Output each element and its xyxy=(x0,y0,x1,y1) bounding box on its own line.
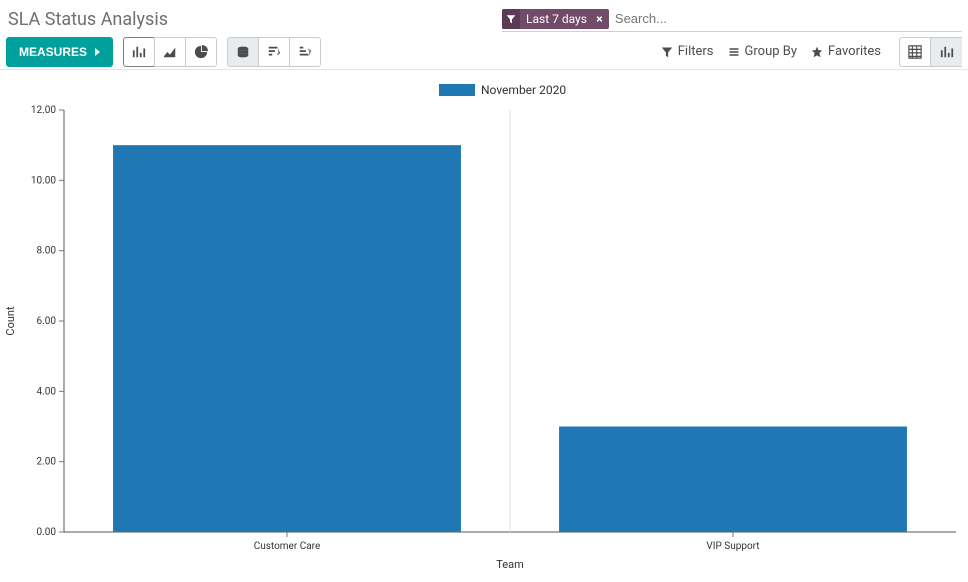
x-axis-label: Team xyxy=(496,558,524,571)
measures-button[interactable]: Measures xyxy=(6,37,113,67)
groupby-label: Group By xyxy=(745,44,798,59)
x-tick-label: VIP Support xyxy=(706,541,759,552)
favorites-button[interactable]: Favorites xyxy=(811,44,881,59)
chart-opts-group xyxy=(227,37,321,67)
y-tick-label: 4.00 xyxy=(37,386,57,397)
y-tick-label: 2.00 xyxy=(37,457,57,468)
legend-label: November 2020 xyxy=(481,83,566,97)
list-icon xyxy=(728,46,740,58)
bar-chart: November 2020 0.00 2.00 4.00 6.00 8.00 10.00 12… xyxy=(0,70,968,580)
stacked-icon[interactable] xyxy=(227,37,259,67)
filters-button[interactable]: Filters xyxy=(661,44,714,59)
y-tick-label: 12.00 xyxy=(31,105,56,116)
chart-area: November 2020 0.00 2.00 4.00 6.00 8.00 10.00 12… xyxy=(0,70,968,580)
funnel-icon xyxy=(502,9,520,29)
view-switcher xyxy=(899,37,962,67)
funnel-icon xyxy=(661,46,673,58)
y-tick-label: 10.00 xyxy=(31,175,56,186)
sort-asc-icon[interactable] xyxy=(289,37,321,67)
legend-swatch xyxy=(439,84,475,96)
search-facet-label: Last 7 days xyxy=(520,12,593,26)
caret-right-icon xyxy=(95,48,100,56)
filters-label: Filters xyxy=(678,44,714,59)
bar-vip-support[interactable] xyxy=(559,427,907,533)
groupby-button[interactable]: Group By xyxy=(728,44,798,59)
y-axis-label: Count xyxy=(4,306,17,336)
chart-type-group xyxy=(123,37,217,67)
pie-chart-icon[interactable] xyxy=(185,37,217,67)
bar-chart-icon[interactable] xyxy=(123,37,155,67)
measures-label: Measures xyxy=(19,45,87,59)
graph-view-icon[interactable] xyxy=(930,37,962,67)
bar-customer-care[interactable] xyxy=(113,145,461,532)
sort-desc-icon[interactable] xyxy=(258,37,290,67)
star-icon xyxy=(811,46,823,58)
y-tick-label: 6.00 xyxy=(37,316,57,327)
close-icon[interactable]: × xyxy=(593,12,609,26)
line-chart-icon[interactable] xyxy=(154,37,186,67)
search-input[interactable] xyxy=(609,9,962,28)
search-bar[interactable]: Last 7 days × xyxy=(502,6,962,32)
page-title: SLA Status Analysis xyxy=(6,9,168,30)
pivot-view-icon[interactable] xyxy=(899,37,931,67)
y-tick-label: 8.00 xyxy=(37,246,57,257)
favorites-label: Favorites xyxy=(828,44,881,59)
search-facet[interactable]: Last 7 days × xyxy=(502,9,609,29)
x-tick-label: Customer Care xyxy=(254,541,321,552)
y-tick-label: 0.00 xyxy=(37,527,57,538)
